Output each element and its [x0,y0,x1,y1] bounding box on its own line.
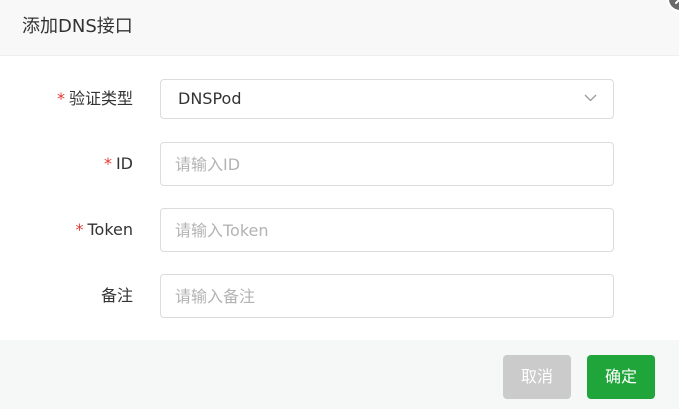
confirm-button[interactable]: 确定 [587,355,655,399]
required-mark: * [103,154,112,173]
token-label: Token [87,220,133,239]
add-dns-dialog: 添加DNS接口 *验证类型 DNSPod *ID *Token [0,0,679,409]
verify-type-value: DNSPod [178,89,242,108]
remark-label: 备注 [100,286,133,305]
verify-type-select[interactable]: DNSPod [160,79,614,119]
form-row-token: * Token [0,208,679,252]
dialog-header: 添加DNS接口 [0,0,679,56]
required-mark: * [56,89,65,108]
id-label: ID [115,154,133,173]
chevron-down-icon [584,94,597,102]
remark-input[interactable] [160,274,614,318]
id-label-wrap: * ID [0,142,133,186]
verify-type-label-wrap: * 验证类型 [0,79,133,119]
form-row-id: * ID [0,142,679,186]
dialog-title: 添加DNS接口 [22,16,133,37]
token-input[interactable] [160,208,614,252]
form-row-remark: 备注 [0,274,679,318]
close-button[interactable] [667,0,679,12]
required-mark: * [75,220,84,239]
close-icon [675,0,679,4]
id-input[interactable] [160,142,614,186]
dialog-footer: 取消 确定 [0,340,679,409]
verify-type-label: 验证类型 [68,89,133,108]
form-row-verify-type: * 验证类型 DNSPod [0,79,679,123]
cancel-button[interactable]: 取消 [503,355,571,399]
token-label-wrap: * Token [0,208,133,252]
